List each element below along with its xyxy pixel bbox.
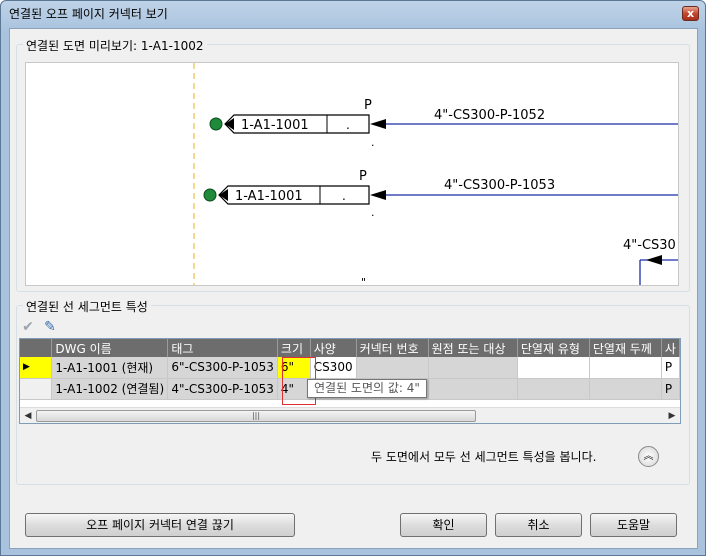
connector-2-tick: . bbox=[371, 206, 375, 219]
dialog-window: 연결된 오프 페이지 커넥터 보기 x 연결된 도면 미리보기: 1-A1-10… bbox=[0, 0, 706, 556]
cell-extra[interactable]: P bbox=[661, 357, 680, 379]
bottom-tick: " bbox=[361, 276, 366, 286]
row-marker[interactable]: ▶ bbox=[20, 357, 53, 379]
connector-2-dot: . bbox=[342, 189, 346, 203]
cell-tag: 6"-CS300-P-1053 bbox=[167, 357, 278, 379]
cell-insulation-thickness[interactable] bbox=[589, 357, 662, 379]
segment-group-title: 연결된 선 세그먼트 특성 bbox=[23, 298, 151, 315]
grid-horizontal-scrollbar[interactable]: ◀ ||| ▶ bbox=[20, 407, 680, 423]
column-header-dwg[interactable]: DWG 이름 bbox=[51, 339, 169, 357]
column-header-connector-number[interactable]: 커넥터 번호 bbox=[356, 339, 429, 357]
cell-connector bbox=[356, 357, 429, 379]
dialog-client-area: 연결된 도면 미리보기: 1-A1-1002 1-A1-1001 . P . 4… bbox=[9, 28, 698, 549]
connector-2-mark: P bbox=[359, 169, 367, 184]
cancel-button[interactable]: 취소 bbox=[495, 513, 582, 537]
column-header-tag[interactable]: 태그 bbox=[167, 339, 278, 357]
connector-2-line-label: 4"-CS300-P-1053 bbox=[444, 178, 555, 193]
edit-properties-icon[interactable]: ✎ bbox=[41, 318, 59, 336]
connector-badge-icon bbox=[209, 117, 223, 131]
cell-extra: P bbox=[661, 378, 680, 400]
grid-header-row: DWG 이름 태그 크기 사양 커넥터 번호 원점 또는 대상 단열재 유형 단… bbox=[20, 339, 680, 357]
accept-check-icon[interactable]: ✔ bbox=[19, 318, 37, 336]
column-header-insulation-type[interactable]: 단열재 유형 bbox=[517, 339, 590, 357]
connector-1-tick: . bbox=[371, 136, 375, 149]
help-button[interactable]: 도움말 bbox=[590, 513, 677, 537]
cell-origin bbox=[428, 357, 518, 379]
connector-1-line-label: 4"-CS300-P-1052 bbox=[434, 108, 545, 123]
scroll-left-icon[interactable]: ◀ bbox=[21, 409, 35, 423]
title-bar[interactable]: 연결된 오프 페이지 커넥터 보기 x bbox=[1, 1, 705, 27]
connector-1-mark: P bbox=[364, 98, 372, 113]
cell-size: 4" bbox=[277, 378, 311, 400]
linked-value-tooltip: 연결된 도면의 값: 4" bbox=[307, 379, 427, 398]
scroll-right-icon[interactable]: ▶ bbox=[665, 409, 679, 423]
row-header-cell bbox=[20, 339, 53, 357]
cell-insulation-thickness bbox=[589, 378, 662, 400]
window-title: 연결된 오프 페이지 커넥터 보기 bbox=[9, 7, 168, 21]
connector-1-dot: . bbox=[346, 118, 350, 132]
column-header-spec[interactable]: 사양 bbox=[310, 339, 357, 357]
off-page-connector-1: 1-A1-1001 . P . 4"-CS300-P-1052 bbox=[209, 98, 678, 149]
row-marker[interactable] bbox=[20, 378, 53, 400]
cell-insulation-type bbox=[517, 378, 590, 400]
column-header-insulation-thickness[interactable]: 단열재 두께 bbox=[589, 339, 662, 357]
cell-size[interactable]: 6" bbox=[277, 357, 311, 379]
close-button[interactable]: x bbox=[682, 6, 699, 21]
drawing-preview[interactable]: 1-A1-1001 . P . 4"-CS300-P-1052 1-A1-100… bbox=[25, 62, 679, 286]
ok-button[interactable]: 확인 bbox=[400, 513, 487, 537]
cell-tag: 4"-CS300-P-1053 bbox=[167, 378, 278, 400]
cell-dwg: 1-A1-1001 (현재) bbox=[51, 357, 169, 379]
table-row[interactable]: ▶ 1-A1-1001 (현재) 6"-CS300-P-1053 6" CS30… bbox=[20, 357, 680, 379]
disconnect-connector-button[interactable]: 오프 페이지 커넥터 연결 끊기 bbox=[25, 513, 295, 537]
off-page-connector-2: 1-A1-1001 . P . 4"-CS300-P-1053 bbox=[203, 169, 678, 219]
preview-group-title: 연결된 도면 미리보기: 1-A1-1002 bbox=[23, 37, 207, 54]
cell-insulation-type[interactable] bbox=[517, 357, 590, 379]
column-header-size[interactable]: 크기 bbox=[277, 339, 311, 357]
connector-2-tag: 1-A1-1001 bbox=[235, 189, 303, 204]
partial-line-label: 4"-CS30 bbox=[623, 238, 676, 253]
column-header-origin-or-destination[interactable]: 원점 또는 대상 bbox=[428, 339, 518, 357]
cell-spec[interactable]: CS300 bbox=[310, 357, 357, 379]
drawing-canvas: 1-A1-1001 . P . 4"-CS300-P-1052 1-A1-100… bbox=[193, 63, 678, 286]
cell-dwg: 1-A1-1002 (연결됨) bbox=[51, 378, 169, 400]
info-text: 두 도면에서 모두 선 세그먼트 특성을 봅니다. bbox=[371, 450, 597, 464]
partial-connector: 4"-CS30 bbox=[623, 238, 678, 285]
cell-origin bbox=[428, 378, 518, 400]
column-header-extra[interactable]: 사 bbox=[661, 339, 680, 357]
scroll-thumb[interactable]: ||| bbox=[36, 410, 476, 422]
collapse-chevron-icon[interactable]: ︽ bbox=[638, 446, 659, 467]
connector-badge-icon bbox=[203, 188, 217, 202]
connector-1-tag: 1-A1-1001 bbox=[241, 118, 309, 133]
preview-group: 연결된 도면 미리보기: 1-A1-1002 1-A1-1001 . P . 4… bbox=[16, 37, 690, 292]
